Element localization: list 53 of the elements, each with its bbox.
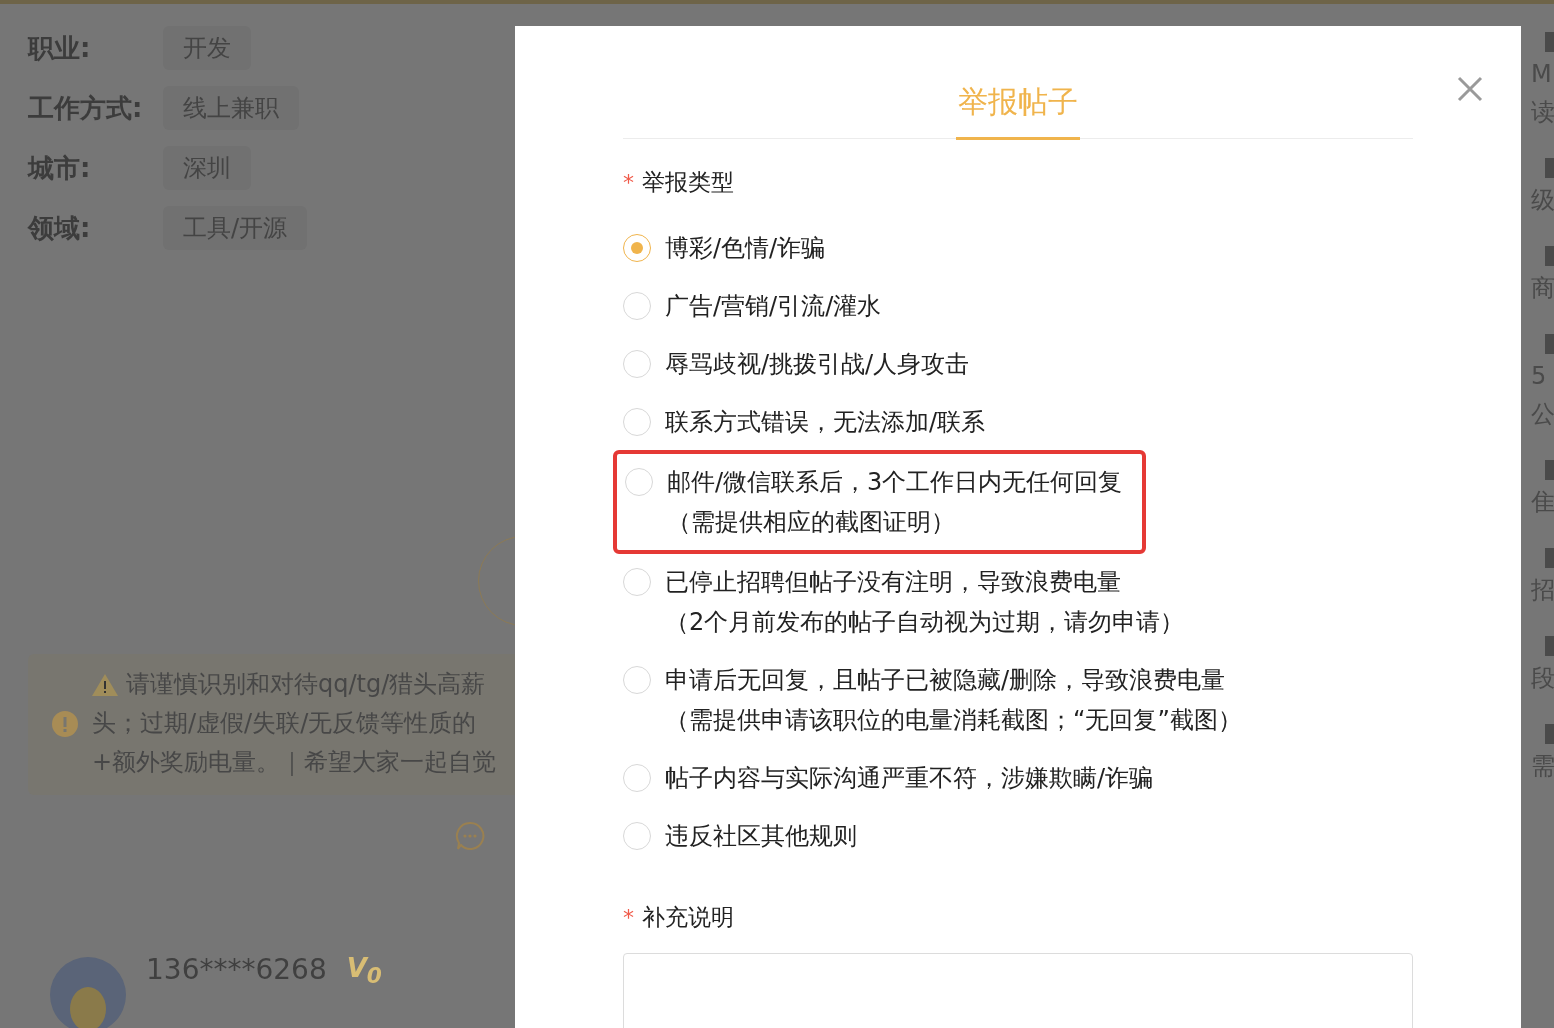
section-label: 补充说明 [642,903,734,932]
radio-button[interactable] [623,292,651,320]
option-label: 广告/营销/引流/灌水 [665,291,882,322]
option-label: 博彩/色情/诈骗 [665,233,826,264]
radio-button[interactable] [623,408,651,436]
report-option[interactable]: 违反社区其他规则 [623,816,857,856]
highlighted-option[interactable]: 邮件/微信联系后，3个工作日内无任何回复 （需提供相应的截图证明） [613,450,1147,554]
bracket-mark [1545,334,1554,354]
field-label: 城市: [28,151,92,185]
bracket-mark [1545,158,1554,178]
option-label: 违反社区其他规则 [665,821,857,852]
radio-button[interactable] [623,666,651,694]
bracket-mark [1545,724,1554,744]
radio-button[interactable] [625,468,653,496]
option-label: 帖子内容与实际沟通严重不符，涉嫌欺瞒/诈骗 [665,763,1154,794]
option-note: （2个月前发布的帖子自动视为过期，请勿申请） [665,607,1185,638]
option-label: 邮件/微信联系后，3个工作日内无任何回复 [667,467,1123,498]
report-option[interactable]: 博彩/色情/诈骗 [623,228,826,268]
bracket-mark [1545,246,1554,266]
level-text: V$_{0}$ [346,953,382,989]
bracket-mark [1545,32,1554,52]
option-label: 联系方式错误，无法添加/联系 [665,407,986,438]
field-label: 职业: [28,31,92,65]
required-mark: * [623,170,634,195]
radio-button[interactable] [623,822,651,850]
report-option[interactable]: 已停止招聘但帖子没有注明，导致浪费电量 （2个月前发布的帖子自动视为过期，请勿申请） [623,562,1185,642]
radio-button[interactable] [623,568,651,596]
report-option[interactable]: 申请后无回复，且帖子已被隐藏/删除，导致浪费电量 （需提供申请该职位的电量消耗截图；“无回复”截图） [623,660,1242,740]
comment-icon[interactable] [455,821,485,851]
report-option[interactable]: 帖子内容与实际沟通严重不符，涉嫌欺瞒/诈骗 [623,758,1154,798]
option-note: （需提供申请该职位的电量消耗截图；“无回复”截图） [665,705,1242,736]
report-option[interactable]: 联系方式错误，无法添加/联系 [623,402,986,442]
required-mark: * [623,905,634,930]
report-option[interactable]: 广告/营销/引流/灌水 [623,286,882,326]
report-option[interactable]: 辱骂歧视/挑拨引战/人身攻击 [623,344,970,384]
radio-button[interactable] [623,350,651,378]
section-label: 举报类型 [642,168,734,197]
exclamation-icon [52,710,78,737]
field-label: 领域: [28,211,92,245]
radio-button[interactable] [623,764,651,792]
avatar[interactable] [50,957,126,1028]
field-label: 工作方式: [28,91,144,125]
bracket-mark [1545,460,1554,480]
option-label: 已停止招聘但帖子没有注明，导致浪费电量 [665,567,1122,598]
radio-button[interactable] [623,234,651,262]
bracket-mark [1545,548,1554,568]
text-area[interactable] [623,953,1413,1028]
warning-icon [92,673,118,696]
option-label: 辱骂歧视/挑拨引战/人身攻击 [665,349,970,380]
option-label: 申请后无回复，且帖子已被隐藏/删除，导致浪费电量 [665,665,1227,696]
option-note: （需提供相应的截图证明） [667,507,956,538]
bracket-mark [1545,636,1554,656]
close-icon[interactable] [1457,76,1483,102]
